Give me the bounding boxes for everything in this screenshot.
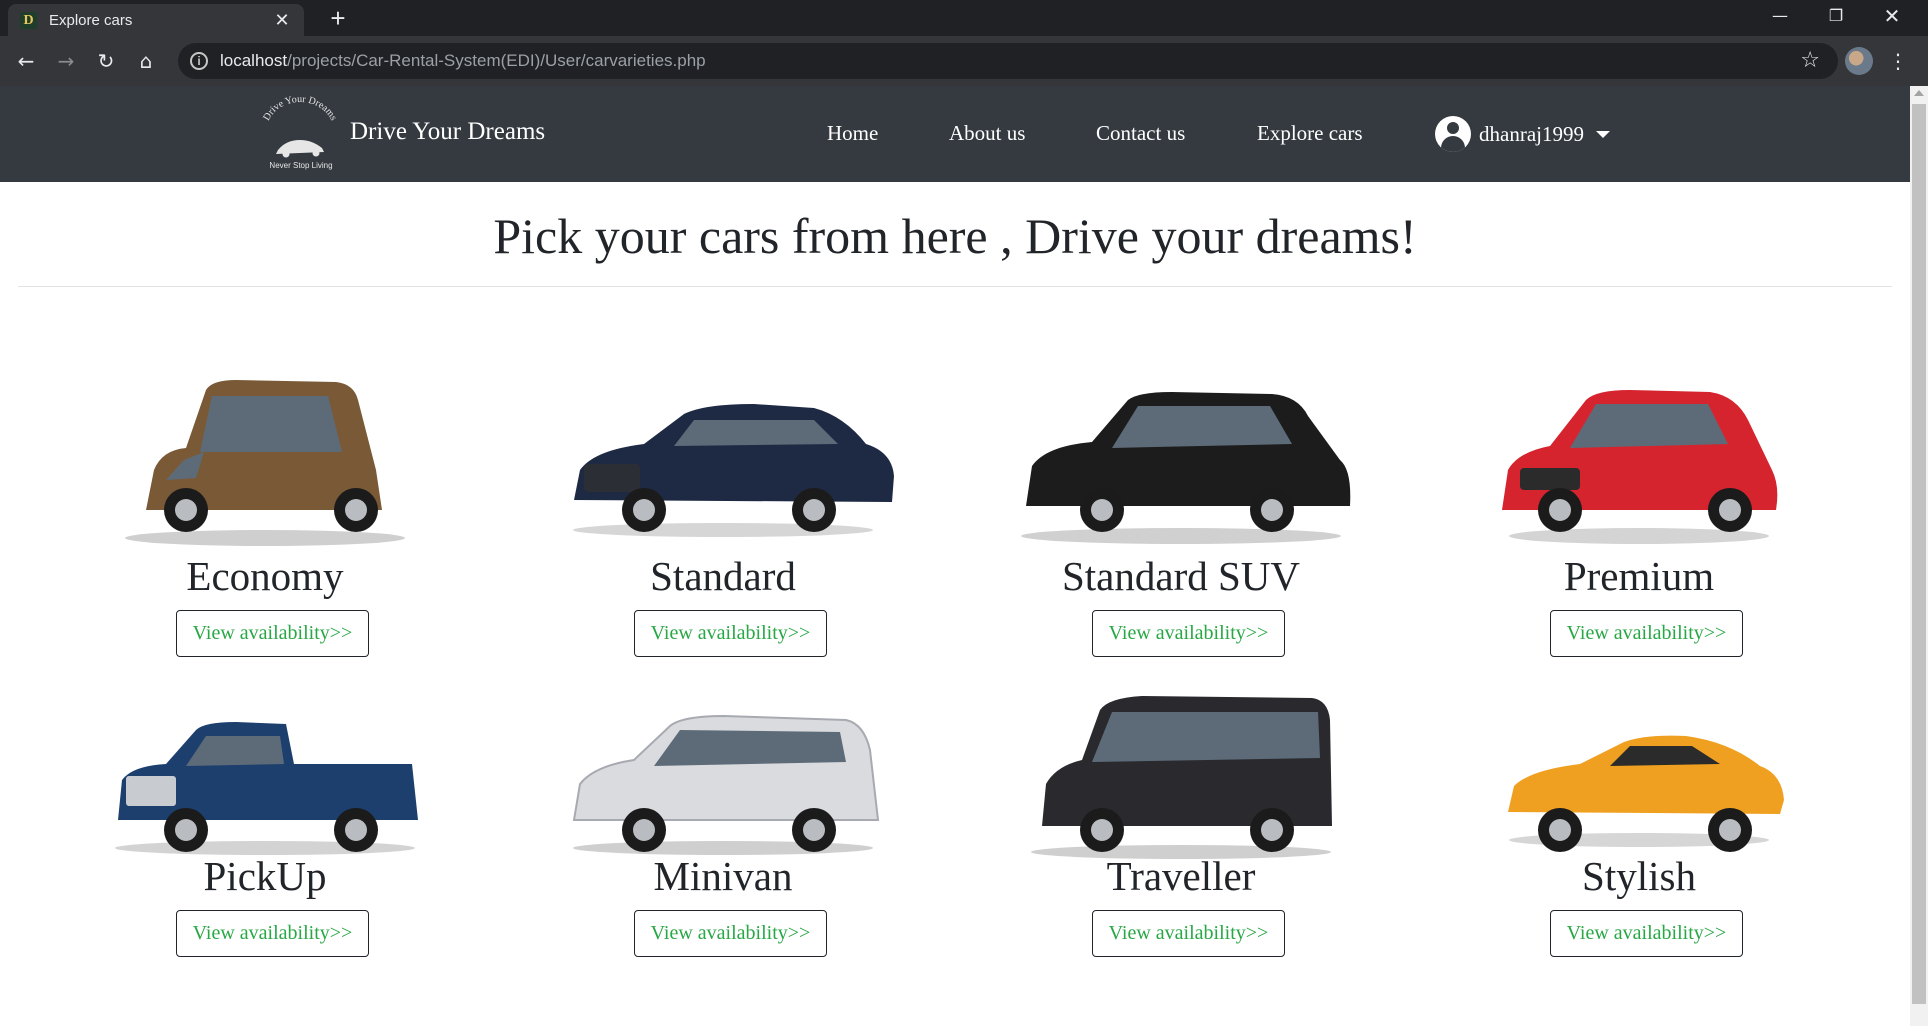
logo-tagline: Never Stop Living <box>269 161 332 170</box>
view-availability-button[interactable]: View availability>> <box>176 610 369 657</box>
car-image <box>1021 392 1351 544</box>
profile-avatar-icon[interactable] <box>1845 47 1873 75</box>
user-dropdown[interactable]: dhanraj1999 <box>1435 114 1610 154</box>
view-availability-button[interactable]: View availability>> <box>1092 610 1285 657</box>
user-avatar-icon <box>1435 116 1471 152</box>
brand-name[interactable]: Drive Your Dreams <box>350 116 545 148</box>
car-category-name: Traveller <box>1106 853 1256 899</box>
browser-tabstrip: D Explore cars ✕ + — ❐ ✕ <box>0 0 1928 36</box>
forward-icon[interactable]: → <box>49 44 83 78</box>
view-availability-button[interactable]: View availability>> <box>1550 910 1743 957</box>
car-image <box>125 380 405 546</box>
browser-tab[interactable]: D Explore cars ✕ <box>8 4 304 36</box>
car-card: Standard View availability>> <box>494 360 952 660</box>
reload-icon[interactable]: ↻ <box>89 44 123 78</box>
nav-link-home[interactable]: Home <box>827 118 878 148</box>
car-card: PickUp View availability>> <box>36 680 494 980</box>
browser-toolbar: ← → ↻ ⌂ i localhost/projects/Car-Rental-… <box>0 36 1928 86</box>
nav-link-about-us[interactable]: About us <box>949 118 1025 148</box>
car-image <box>573 404 894 537</box>
username: dhanraj1999 <box>1479 121 1584 146</box>
car-card: Traveller View availability>> <box>952 680 1410 980</box>
car-image <box>1031 696 1332 859</box>
car-category-name: Standard SUV <box>1061 553 1300 599</box>
site-favicon-icon: D <box>20 11 37 29</box>
view-availability-button[interactable]: View availability>> <box>634 610 827 657</box>
bookmark-star-icon[interactable]: ☆ <box>1800 47 1820 75</box>
car-card: Standard SUV View availability>> <box>952 360 1410 660</box>
scroll-up-arrow-icon[interactable] <box>1914 90 1924 96</box>
car-image <box>115 722 418 855</box>
car-category-name: Standard <box>650 553 796 599</box>
kebab-menu-icon[interactable]: ⋮ <box>1886 44 1910 78</box>
window-close-button[interactable]: ✕ <box>1864 0 1920 32</box>
svg-text:Drive Your Dreams: Drive Your Dreams <box>261 94 339 123</box>
logo-arc-text: Drive Your Dreams <box>261 94 339 123</box>
window-restore-button[interactable]: ❐ <box>1808 0 1864 32</box>
url-host: localhost <box>220 51 288 70</box>
title-divider <box>18 286 1892 287</box>
site-info-icon[interactable]: i <box>190 52 208 70</box>
nav-link-contact-us[interactable]: Contact us <box>1096 118 1185 148</box>
new-tab-button[interactable]: + <box>324 4 352 32</box>
car-image <box>1508 735 1784 852</box>
car-card: Minivan View availability>> <box>494 680 952 980</box>
page-title: Pick your cars from here , Drive your dr… <box>493 208 1417 264</box>
car-category-name: Economy <box>186 553 344 599</box>
car-card: Premium View availability>> <box>1410 360 1868 660</box>
page-scrollbar[interactable] <box>1910 86 1928 1026</box>
window-minimize-button[interactable]: — <box>1752 0 1808 32</box>
chevron-down-icon <box>1595 130 1610 138</box>
car-image <box>572 714 880 855</box>
car-card: Stylish View availability>> <box>1410 680 1868 980</box>
url-text[interactable]: localhost/projects/Car-Rental-System(EDI… <box>220 51 706 71</box>
tab-close-icon[interactable]: ✕ <box>272 10 292 31</box>
tab-title: Explore cars <box>49 11 133 29</box>
address-bar[interactable]: i localhost/projects/Car-Rental-System(E… <box>178 43 1838 79</box>
site-logo[interactable]: Drive Your Dreams Never Stop Living <box>256 94 346 174</box>
car-card: Economy View availability>> <box>36 360 494 660</box>
view-availability-button[interactable]: View availability>> <box>634 910 827 957</box>
car-category-name: PickUp <box>203 853 327 899</box>
view-availability-button[interactable]: View availability>> <box>176 910 369 957</box>
view-availability-button[interactable]: View availability>> <box>1550 610 1743 657</box>
nav-link-explore-cars[interactable]: Explore cars <box>1257 118 1363 148</box>
site-navbar: Drive Your Dreams Never Stop Living Driv… <box>0 86 1910 182</box>
car-category-name: Stylish <box>1582 853 1696 899</box>
home-icon[interactable]: ⌂ <box>129 44 163 78</box>
car-category-name: Minivan <box>653 853 793 899</box>
url-path: /projects/Car-Rental-System(EDI)/User/ca… <box>287 51 706 70</box>
car-image <box>1502 390 1778 544</box>
back-icon[interactable]: ← <box>9 44 43 78</box>
car-category-name: Premium <box>1563 553 1715 599</box>
scroll-thumb[interactable] <box>1912 104 1926 1004</box>
view-availability-button[interactable]: View availability>> <box>1092 910 1285 957</box>
